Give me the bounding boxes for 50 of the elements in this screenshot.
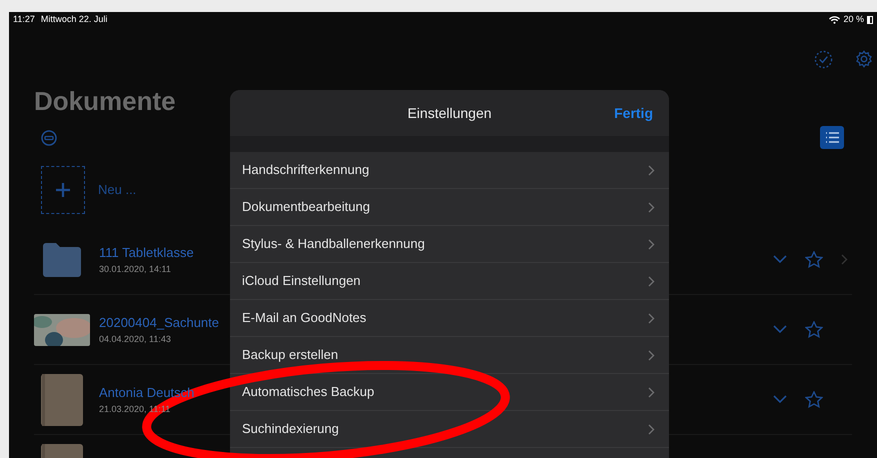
page-title: Dokumente (34, 86, 176, 116)
settings-row-label: Dokumentbearbeitung (242, 198, 370, 216)
document-date: 30.01.2020, 14:11 (99, 262, 171, 276)
chevron-right-icon (648, 386, 655, 398)
settings-row-label: E-Mail an GoodNotes (242, 309, 366, 328)
plus-icon (55, 182, 71, 198)
settings-row-label: Stylus- & Handballenerkennung (242, 235, 425, 254)
select-check-icon[interactable] (814, 50, 833, 69)
notebook-cover-icon (41, 374, 83, 426)
wifi-icon (829, 16, 840, 24)
settings-row-label: Backup erstellen (242, 346, 338, 364)
star-icon[interactable] (805, 391, 823, 408)
settings-row[interactable]: Suchindexierung (230, 411, 669, 448)
settings-row[interactable]: Stylus- & Handballenerkennung (230, 226, 669, 263)
settings-row-label: iCloud Einstellungen (242, 272, 361, 290)
chevron-down-icon[interactable] (773, 255, 787, 264)
settings-title: Einstellungen (407, 104, 492, 123)
chevron-right-icon (648, 312, 655, 324)
folder-icon (41, 242, 83, 278)
chevron-right-icon (648, 424, 655, 434)
status-time: 11:27 (13, 13, 35, 26)
settings-row[interactable]: Handschrifterkennung (230, 152, 669, 189)
list-view-icon[interactable] (820, 126, 844, 149)
document-date: 04.04.2020, 11:43 (99, 332, 171, 346)
status-date: Mittwoch 22. Juli (40, 13, 108, 26)
battery-percent: 20 % (843, 13, 864, 26)
settings-row-label: Suchindexierung (242, 420, 339, 438)
settings-row[interactable]: Dokumentbearbeitung (230, 189, 669, 226)
settings-icon[interactable] (855, 50, 873, 68)
settings-row[interactable]: Automatisches Backup (230, 374, 669, 411)
chevron-right-icon (648, 202, 655, 212)
chevron-right-icon (648, 164, 655, 176)
chevron-down-icon[interactable] (773, 325, 787, 334)
minus-circle-icon[interactable] (41, 130, 57, 146)
star-icon[interactable] (805, 321, 823, 338)
chevron-right-icon (648, 276, 655, 286)
settings-row[interactable]: E-Mail an GoodNotes (230, 300, 669, 337)
settings-row-label: Handschrifterkennung (242, 161, 370, 180)
chevron-down-icon[interactable] (773, 395, 787, 404)
thumbnail-drawing (34, 314, 90, 346)
chevron-right-icon[interactable] (841, 254, 848, 265)
settings-row[interactable]: Backup erstellen (230, 337, 669, 374)
battery-icon (867, 16, 873, 24)
new-document-button[interactable] (41, 166, 85, 214)
settings-row[interactable]: iCloud Einstellungen (230, 263, 669, 300)
chevron-right-icon (648, 238, 655, 250)
chevron-right-icon (648, 350, 655, 360)
done-button[interactable]: Fertig (614, 102, 653, 124)
star-icon[interactable] (805, 251, 823, 268)
settings-row-label: Automatisches Backup (242, 383, 374, 402)
